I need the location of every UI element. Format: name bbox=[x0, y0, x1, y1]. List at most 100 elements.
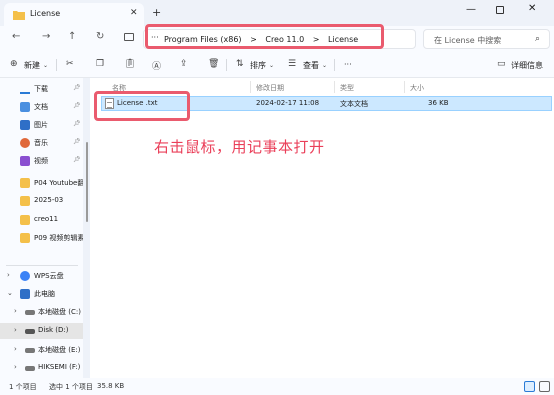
tab-license[interactable]: License ✕ bbox=[4, 3, 144, 26]
sidebar-item-downloads[interactable]: 下载 📌︎ bbox=[0, 81, 83, 97]
sidebar-item-drive-d[interactable]: › Disk (D:) bbox=[0, 323, 83, 339]
sidebar-item-p09[interactable]: P09 视频剪辑素 bbox=[0, 230, 83, 246]
document-icon bbox=[20, 102, 30, 112]
computer-icon bbox=[20, 289, 30, 299]
sidebar-item-videos[interactable]: 视频 📌︎ bbox=[0, 153, 83, 169]
search-input[interactable]: 在 License 中搜索 ⌕ bbox=[423, 29, 550, 49]
folder-icon bbox=[20, 196, 30, 206]
picture-icon bbox=[20, 120, 30, 130]
forward-button[interactable]: → bbox=[42, 31, 50, 42]
status-bar: 1 个项目 选中 1 个项目 35.8 KB bbox=[0, 378, 554, 395]
view-button[interactable]: 查看 bbox=[303, 60, 319, 71]
details-button[interactable]: 详细信息 bbox=[511, 60, 543, 71]
sidebar-item-drive-e[interactable]: › 本地磁盘 (E:) bbox=[0, 342, 83, 358]
chevron-right-icon[interactable]: › bbox=[14, 363, 17, 371]
pin-icon: 📌︎ bbox=[73, 138, 81, 145]
view-icon[interactable]: ☰ bbox=[288, 59, 296, 69]
item-count: 1 个项目 bbox=[9, 383, 37, 391]
sidebar-item-label: 本地磁盘 (E:) bbox=[38, 346, 81, 354]
sidebar-scrollbar[interactable] bbox=[86, 142, 88, 222]
column-separator[interactable] bbox=[334, 81, 335, 93]
chevron-right-icon[interactable]: › bbox=[14, 326, 17, 334]
command-toolbar: ⊕ 新建 ⌄ ✂ ❐ 📋︎ Ⓐ ⇪ 🗑︎ ⇅ 排序 ⌄ ☰ 查看 ⌄ ··· ▭… bbox=[0, 52, 554, 78]
cloud-icon bbox=[20, 271, 30, 281]
paste-icon[interactable]: 📋︎ bbox=[124, 59, 135, 69]
file-modified: 2024-02-17 11:08 bbox=[256, 99, 320, 107]
refresh-button[interactable]: ↻ bbox=[96, 31, 104, 42]
search-icon[interactable]: ⌕ bbox=[535, 34, 540, 44]
divider bbox=[56, 59, 57, 71]
selected-count: 选中 1 个项目 bbox=[49, 383, 93, 391]
sidebar-item-label: 视频 bbox=[34, 157, 48, 165]
details-view-button[interactable] bbox=[524, 381, 535, 392]
navigation-pane: 下载 📌︎ 文档 📌︎ 图片 📌︎ 音乐 📌︎ 视频 📌︎ P04 Youtub… bbox=[0, 78, 83, 378]
video-icon bbox=[20, 156, 30, 166]
title-bar: License ✕ + — ✕ bbox=[0, 0, 554, 26]
column-separator[interactable] bbox=[250, 81, 251, 93]
folder-icon bbox=[13, 11, 25, 20]
chevron-right-icon[interactable]: › bbox=[14, 345, 17, 353]
sidebar-item-label: 此电脑 bbox=[34, 290, 55, 298]
share-icon[interactable]: ⇪ bbox=[180, 59, 188, 69]
sidebar-item-label: WPS云盘 bbox=[34, 272, 64, 280]
chevron-down-icon[interactable]: ⌄ bbox=[269, 62, 274, 69]
file-type: 文本文档 bbox=[340, 100, 368, 108]
sidebar-item-p04[interactable]: P04 Youtube翻 bbox=[0, 175, 83, 191]
chevron-down-icon[interactable]: ⌄ bbox=[7, 289, 13, 297]
sort-icon[interactable]: ⇅ bbox=[236, 59, 244, 69]
minimize-icon[interactable]: — bbox=[466, 4, 476, 15]
sidebar-item-pictures[interactable]: 图片 📌︎ bbox=[0, 117, 83, 133]
sidebar-item-creo11[interactable]: creo11 bbox=[0, 212, 83, 228]
more-options-button[interactable]: ··· bbox=[344, 60, 352, 69]
selected-size: 35.8 KB bbox=[97, 382, 125, 390]
sidebar-item-label: 文档 bbox=[34, 103, 48, 111]
folder-icon bbox=[20, 215, 30, 225]
close-window-icon[interactable]: ✕ bbox=[528, 3, 536, 14]
delete-icon[interactable]: 🗑︎ bbox=[208, 59, 219, 69]
annotation-highlight-address bbox=[145, 24, 384, 49]
annotation-highlight-file bbox=[94, 91, 190, 121]
back-button[interactable]: ← bbox=[12, 31, 20, 42]
chevron-down-icon[interactable]: ⌄ bbox=[322, 62, 327, 69]
sidebar-item-2025-03[interactable]: 2025-03 bbox=[0, 193, 83, 209]
chevron-right-icon[interactable]: › bbox=[14, 307, 17, 315]
search-placeholder: 在 License 中搜索 bbox=[434, 36, 502, 45]
sidebar-item-drive-c[interactable]: › 本地磁盘 (C:) bbox=[0, 304, 83, 320]
new-button[interactable]: 新建 bbox=[24, 60, 40, 71]
chevron-down-icon[interactable]: ⌄ bbox=[43, 62, 48, 69]
drive-icon bbox=[25, 310, 35, 315]
annotation-text: 右击鼠标，用记事本打开 bbox=[154, 138, 325, 156]
add-icon[interactable]: ⊕ bbox=[10, 59, 18, 69]
sidebar-item-documents[interactable]: 文档 📌︎ bbox=[0, 99, 83, 115]
sidebar-item-label: HIKSEMI (F:) bbox=[38, 363, 81, 371]
sidebar-item-drive-f[interactable]: › HIKSEMI (F:) bbox=[0, 360, 83, 376]
chevron-right-icon[interactable]: › bbox=[7, 271, 10, 279]
sidebar-item-label: 本地磁盘 (C:) bbox=[38, 308, 81, 316]
new-tab-button[interactable]: + bbox=[152, 6, 161, 19]
details-pane-icon[interactable]: ▭ bbox=[497, 59, 506, 69]
column-header-type[interactable]: 类型 bbox=[340, 83, 354, 93]
sidebar-item-wps-cloud[interactable]: › WPS云盘 bbox=[0, 268, 83, 284]
sidebar-item-music[interactable]: 音乐 📌︎ bbox=[0, 135, 83, 151]
computer-icon[interactable] bbox=[124, 33, 134, 41]
column-header-size[interactable]: 大小 bbox=[410, 83, 424, 93]
maximize-icon[interactable] bbox=[496, 6, 504, 14]
rename-icon[interactable]: Ⓐ bbox=[152, 59, 161, 72]
divider bbox=[6, 265, 78, 266]
pin-icon: 📌︎ bbox=[73, 102, 81, 109]
sort-button[interactable]: 排序 bbox=[250, 60, 266, 71]
sidebar-item-this-pc[interactable]: ⌄ 此电脑 bbox=[0, 286, 83, 302]
up-button[interactable]: ↑ bbox=[68, 31, 76, 42]
close-tab-icon[interactable]: ✕ bbox=[130, 8, 138, 18]
tiles-view-button[interactable] bbox=[539, 381, 550, 392]
sidebar-item-label: 2025-03 bbox=[34, 196, 64, 204]
tab-title: License bbox=[30, 9, 61, 18]
pin-icon: 📌︎ bbox=[73, 156, 81, 163]
divider bbox=[226, 59, 227, 71]
copy-icon[interactable]: ❐ bbox=[96, 59, 104, 69]
sidebar-item-label: 下载 bbox=[34, 85, 48, 93]
column-header-modified[interactable]: 修改日期 bbox=[256, 83, 284, 93]
column-separator[interactable] bbox=[404, 81, 405, 93]
sidebar-item-label: Disk (D:) bbox=[38, 326, 69, 334]
cut-icon[interactable]: ✂ bbox=[66, 59, 74, 69]
